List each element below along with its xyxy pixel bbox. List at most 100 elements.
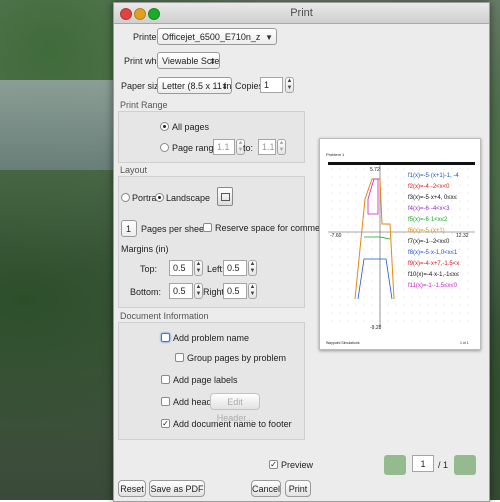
chevron-updown-icon: ⬍ [221,82,228,91]
grid-dot [459,224,461,226]
grid-dot [451,296,453,298]
grid-dot [403,320,405,322]
grid-dot [347,320,349,322]
grid-dot [371,248,373,250]
group-pages-label: Group pages by problem [187,353,287,363]
save-as-pdf-button[interactable]: Save as PDF [149,480,205,497]
bottom-margin-field[interactable]: 0.5 [169,283,193,299]
grid-dot [403,296,405,298]
bottom-margin-stepper[interactable]: ▲ ▼ [194,283,203,299]
grid-dot [339,264,341,266]
grid-dot [395,192,397,194]
reserve-space-checkbox[interactable] [203,223,212,232]
edit-header-button[interactable]: Edit Header... [210,393,260,423]
grid-dot [363,240,365,242]
range-from-field[interactable]: 1.1 [213,139,235,155]
grid-dot [395,224,397,226]
all-pages-radio[interactable] [160,122,169,131]
grid-dot [355,248,357,250]
grid-dot [347,296,349,298]
grid-dot [339,280,341,282]
grid-dot [347,216,349,218]
grid-dot [347,176,349,178]
grid-dot [403,248,405,250]
pages-per-sheet-label: Pages per sheet [141,224,207,234]
add-doc-name-checkbox[interactable]: ✓ [161,419,170,428]
grid-dot [331,320,333,322]
left-margin-stepper[interactable]: ▲ ▼ [248,260,257,276]
grid-dot [395,208,397,210]
grid-dot [411,168,413,170]
cancel-button[interactable]: Cancel [251,480,281,497]
add-header-checkbox[interactable] [161,397,170,406]
grid-dot [459,256,461,258]
left-margin-field[interactable]: 0.5 [223,260,247,276]
portrait-radio[interactable] [121,193,130,202]
grid-dot [347,232,349,234]
grid-dot [459,288,461,290]
previous-page-button[interactable] [384,455,406,475]
grid-dot [331,240,333,242]
grid-dot [427,296,429,298]
page-range-radio[interactable] [160,143,169,152]
page-number-field[interactable]: 1 [412,455,434,472]
grid-dot [467,264,469,266]
grid-dot [347,312,349,314]
grid-dot [451,320,453,322]
grid-dot [355,200,357,202]
grid-dot [347,304,349,306]
grid-dot [387,248,389,250]
grid-dot [411,320,413,322]
paper-size-select[interactable]: Letter (8.5 x 11 in) ⬍ [157,77,232,94]
grid-dot [371,176,373,178]
pages-per-sheet-select[interactable]: 1 [121,220,137,237]
grid-dot [467,248,469,250]
grid-dot [395,312,397,314]
right-margin-stepper[interactable]: ▲ ▼ [248,283,257,299]
print-button[interactable]: Print [285,480,311,497]
add-problem-name-label: Add problem name [173,333,250,343]
add-page-labels-checkbox[interactable] [161,375,170,384]
right-margin-field[interactable]: 0.5 [223,283,247,299]
grid-dot [403,256,405,258]
grid-dot [459,176,461,178]
reset-button[interactable]: Reset [118,480,146,497]
next-page-button[interactable] [454,455,476,475]
grid-dot [339,272,341,274]
copies-stepper[interactable]: ▲ ▼ [285,77,294,93]
printer-select[interactable]: Officejet_6500_E710n_z ▼ [157,28,277,45]
landscape-radio[interactable] [155,193,164,202]
top-margin-field[interactable]: 0.5 [169,260,193,276]
grid-dot [363,200,365,202]
function-entry: f4(x)=-6·-4<x<3 [408,206,450,212]
top-margin-stepper[interactable]: ▲ ▼ [194,260,203,276]
grid-dot [355,320,357,322]
range-to-stepper[interactable]: ▲ ▼ [277,139,286,155]
grid-dot [403,224,405,226]
range-to-field[interactable]: 1.1 [258,139,276,155]
doc-info-title: Document Information [120,311,209,321]
copies-field[interactable]: 1 [260,77,283,93]
grid-dot [403,264,405,266]
doc-info-group: Add problem name Group pages by problem … [118,322,305,440]
preview-footer-left: Waypoint Simulations [326,341,360,345]
print-what-select[interactable]: Viewable Screen ⬍ [157,52,220,69]
title-bar: Print [114,3,489,24]
group-pages-checkbox[interactable] [175,353,184,362]
grid-dot [371,216,373,218]
grid-dot [419,224,421,226]
grid-dot [387,216,389,218]
grid-dot [451,240,453,242]
grid-dot [451,280,453,282]
preview-checkbox[interactable]: ✓ [269,460,278,469]
grid-dot [395,168,397,170]
grid-dot [427,320,429,322]
grid-dot [395,216,397,218]
grid-dot [387,200,389,202]
add-problem-name-checkbox[interactable] [161,333,170,342]
grid-dot [371,208,373,210]
range-to-label: to: [243,143,254,153]
grid-dot [331,216,333,218]
grid-dot [411,192,413,194]
grid-dot [363,192,365,194]
